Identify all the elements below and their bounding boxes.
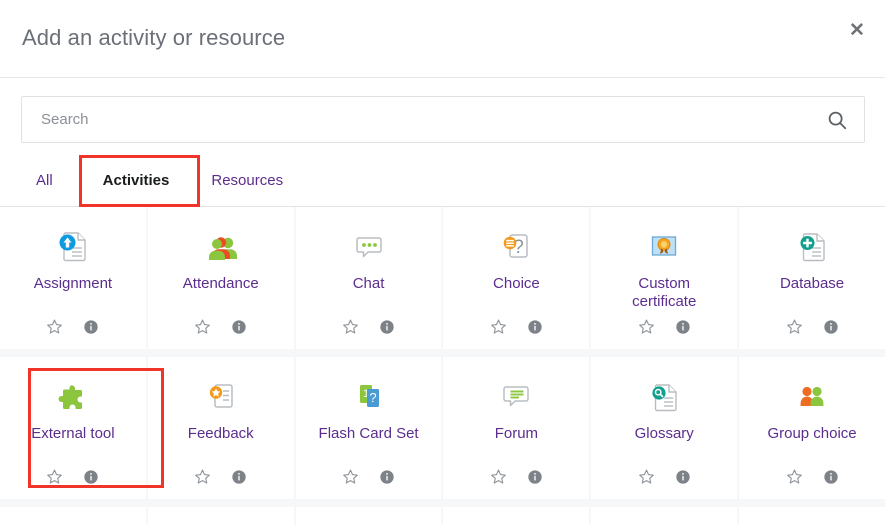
search-icon[interactable] [826, 109, 848, 131]
card-actions [46, 318, 99, 349]
info-icon[interactable] [379, 319, 395, 335]
activity-card-label: Flash Card Set [318, 425, 419, 442]
card-actions [490, 318, 543, 349]
info-icon[interactable] [675, 469, 691, 485]
grid-row: H5P [0, 507, 885, 525]
card-actions [342, 468, 395, 499]
info-icon[interactable] [83, 319, 99, 335]
activity-card-label: Group choice [767, 425, 857, 442]
star-icon[interactable] [194, 468, 211, 485]
card-actions [490, 468, 543, 499]
activity-card-assignment[interactable]: Assignment [0, 207, 146, 349]
card-actions [638, 318, 691, 349]
svg-text:?: ? [369, 390, 376, 405]
activity-card-forum[interactable]: Forum [443, 357, 590, 499]
activity-card-attendance[interactable]: Attendance [147, 207, 294, 349]
activity-card-label: Attendance [182, 275, 259, 292]
attendance-icon [201, 223, 241, 269]
info-icon[interactable] [379, 469, 395, 485]
activity-card-custom-certificate[interactable]: Custom certificate [591, 207, 738, 349]
star-icon[interactable] [194, 318, 211, 335]
star-icon[interactable] [786, 468, 803, 485]
custom-certificate-icon [644, 223, 684, 269]
add-activity-dialog: Add an activity or resource ✕ All Activi… [0, 0, 885, 525]
activity-card-feedback[interactable]: Feedback [147, 357, 294, 499]
info-icon[interactable] [83, 469, 99, 485]
activity-grid: Assignment Attendance Chat ? Choice Cust… [0, 207, 885, 525]
activity-card-label: Feedback [187, 425, 254, 442]
star-icon[interactable] [46, 318, 63, 335]
card-actions [786, 318, 839, 349]
activity-card-h5p[interactable]: H5P [0, 507, 146, 525]
star-icon[interactable] [638, 318, 655, 335]
choice-icon: ? [496, 223, 536, 269]
flash-card-set-icon: 1 ? [349, 373, 389, 419]
activity-card-database[interactable]: Database [739, 207, 885, 349]
activity-card-label: Assignment [33, 275, 113, 292]
dialog-header: Add an activity or resource ✕ [0, 0, 885, 78]
tab-activities[interactable]: Activities [101, 166, 172, 195]
info-icon[interactable] [675, 319, 691, 335]
activity-card-lesson[interactable] [147, 507, 294, 525]
star-icon[interactable] [786, 318, 803, 335]
database-icon [792, 223, 832, 269]
search-box[interactable] [21, 96, 865, 143]
activity-card-label: Database [779, 275, 845, 292]
activity-card-chat[interactable]: Chat [295, 207, 442, 349]
info-icon[interactable] [527, 319, 543, 335]
tab-all[interactable]: All [34, 166, 55, 195]
star-icon[interactable] [46, 468, 63, 485]
activity-card-label: External tool [31, 425, 115, 442]
feedback-icon [201, 373, 241, 419]
glossary-icon [644, 373, 684, 419]
assignment-icon [53, 223, 93, 269]
card-actions [342, 318, 395, 349]
activity-card-flash-card-set[interactable]: 1 ? Flash Card Set [295, 357, 442, 499]
card-actions [786, 468, 839, 499]
grid-row: Assignment Attendance Chat ? Choice Cust… [0, 207, 885, 349]
card-actions [194, 468, 247, 499]
info-icon[interactable] [823, 469, 839, 485]
card-actions [194, 318, 247, 349]
info-icon[interactable] [231, 319, 247, 335]
activity-card-label: Forum [494, 425, 539, 442]
card-actions [638, 468, 691, 499]
activity-card-group-choice[interactable]: Group choice [739, 357, 885, 499]
star-icon[interactable] [638, 468, 655, 485]
activity-card-book[interactable] [295, 507, 442, 525]
activity-card-choice[interactable]: ? Choice [443, 207, 590, 349]
card-actions [46, 468, 99, 499]
activity-card-label: Custom certificate [632, 275, 697, 311]
star-icon[interactable] [342, 318, 359, 335]
search-input[interactable] [39, 110, 826, 129]
chat-icon [349, 223, 389, 269]
activity-card-media[interactable] [443, 507, 590, 525]
grid-row: External tool Feedback 1 ? Flash Card Se… [0, 357, 885, 499]
star-icon[interactable] [490, 318, 507, 335]
info-icon[interactable] [823, 319, 839, 335]
activity-card-scorm[interactable] [739, 507, 885, 525]
activity-card-external-tool[interactable]: External tool [0, 357, 146, 499]
activity-card-glossary[interactable]: Glossary [591, 357, 738, 499]
activity-card-quiz[interactable] [591, 507, 738, 525]
forum-icon [496, 373, 536, 419]
search-section [0, 78, 885, 143]
activity-card-label: Chat [352, 275, 385, 292]
activity-card-label: Glossary [634, 425, 694, 442]
info-icon[interactable] [527, 469, 543, 485]
group-choice-icon [792, 373, 832, 419]
tab-resources[interactable]: Resources [209, 166, 285, 195]
external-tool-icon [53, 373, 93, 419]
close-icon[interactable]: ✕ [843, 16, 871, 44]
star-icon[interactable] [342, 468, 359, 485]
page-title: Add an activity or resource [22, 25, 286, 51]
tab-bar: All Activities Resources [0, 155, 885, 207]
info-icon[interactable] [231, 469, 247, 485]
star-icon[interactable] [490, 468, 507, 485]
activity-card-label: Choice [493, 275, 540, 292]
